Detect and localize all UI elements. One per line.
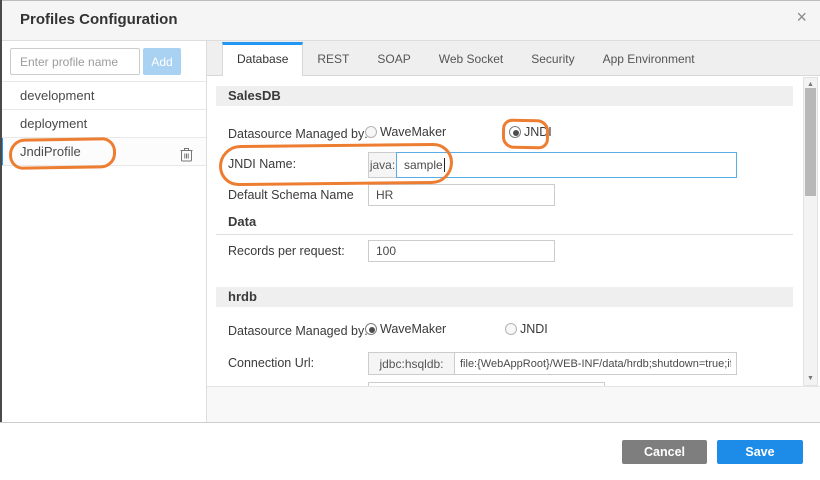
records-per-request-label: Records per request: (228, 244, 345, 258)
section-header-salesdb: SalesDB (216, 86, 793, 106)
main-panel: Database REST SOAP Web Socket Security A… (207, 41, 820, 422)
datasource-managed-label-hrdb: Datasource Managed by: (228, 324, 368, 338)
default-schema-label: Default Schema Name (228, 188, 354, 202)
radio-jndi-hrdb[interactable]: JNDI (505, 322, 548, 336)
radio-wavemaker-hrdb[interactable]: WaveMaker (365, 322, 446, 336)
profile-item-development[interactable]: development (0, 82, 206, 110)
scroll-up-icon[interactable]: ▲ (804, 81, 817, 88)
profile-item-jndiprofile[interactable]: JndiProfile (0, 138, 206, 166)
radio-circle-icon (509, 126, 521, 138)
profile-item-label: deployment (20, 116, 87, 131)
tab-security[interactable]: Security (517, 43, 588, 75)
profile-item-label: development (20, 88, 94, 103)
database-tab-content: SalesDB Datasource Managed by: WaveMaker… (207, 76, 820, 386)
jndi-name-label: JNDI Name: (228, 157, 296, 171)
dialog-left-edge (0, 0, 2, 422)
dialog-top-edge (0, 0, 820, 1)
add-profile-button[interactable]: Add (143, 48, 181, 75)
tab-database[interactable]: Database (222, 42, 303, 76)
jndi-prefix-addon: java: (368, 152, 397, 178)
connection-url-input[interactable] (454, 352, 737, 375)
default-schema-input[interactable] (368, 184, 555, 206)
connection-url-label: Connection Url: (228, 356, 314, 370)
radio-label: WaveMaker (380, 322, 446, 336)
tab-rest[interactable]: REST (303, 43, 363, 75)
content-footer-strip (207, 386, 820, 422)
scroll-down-icon[interactable]: ▼ (804, 375, 817, 382)
text-caret (444, 158, 445, 172)
dialog-footer: Cancel Save (0, 422, 820, 480)
radio-label: WaveMaker (380, 125, 446, 139)
vertical-scrollbar[interactable]: ▲ ▼ (803, 77, 818, 386)
radio-wavemaker-salesdb[interactable]: WaveMaker (365, 125, 446, 139)
close-icon[interactable]: × (796, 8, 807, 26)
tab-soap[interactable]: SOAP (363, 43, 424, 75)
dialog-header: Profiles Configuration × (0, 0, 820, 41)
radio-label: JNDI (520, 322, 548, 336)
radio-label: JNDI (524, 125, 552, 139)
jndi-name-input[interactable]: sample (396, 152, 737, 178)
radio-circle-icon (365, 323, 377, 335)
radio-circle-icon (505, 323, 517, 335)
dialog-title: Profiles Configuration (20, 11, 178, 28)
profile-item-label: JndiProfile (20, 144, 81, 159)
tab-web-socket[interactable]: Web Socket (425, 43, 517, 75)
tab-bar: Database REST SOAP Web Socket Security A… (207, 41, 820, 76)
profiles-sidebar: Add development deployment JndiProfile (0, 41, 207, 422)
connection-prefix-addon: jdbc:hsqldb: (368, 352, 455, 375)
datasource-managed-label-salesdb: Datasource Managed by: (228, 127, 368, 141)
tab-app-environment[interactable]: App Environment (589, 43, 709, 75)
cancel-button[interactable]: Cancel (622, 440, 707, 464)
records-per-request-input[interactable] (368, 240, 555, 262)
radio-circle-icon (365, 126, 377, 138)
section-header-hrdb: hrdb (216, 287, 793, 307)
delete-profile-icon[interactable] (180, 144, 193, 171)
profile-item-deployment[interactable]: deployment (0, 110, 206, 138)
radio-jndi-salesdb[interactable]: JNDI (509, 125, 552, 139)
save-button[interactable]: Save (717, 440, 803, 464)
profile-name-input[interactable] (10, 48, 140, 75)
section-header-data: Data (216, 214, 793, 235)
jndi-name-value: sample (404, 158, 443, 172)
scrollbar-thumb[interactable] (805, 88, 816, 196)
profile-list: development deployment JndiProfile (0, 81, 206, 166)
